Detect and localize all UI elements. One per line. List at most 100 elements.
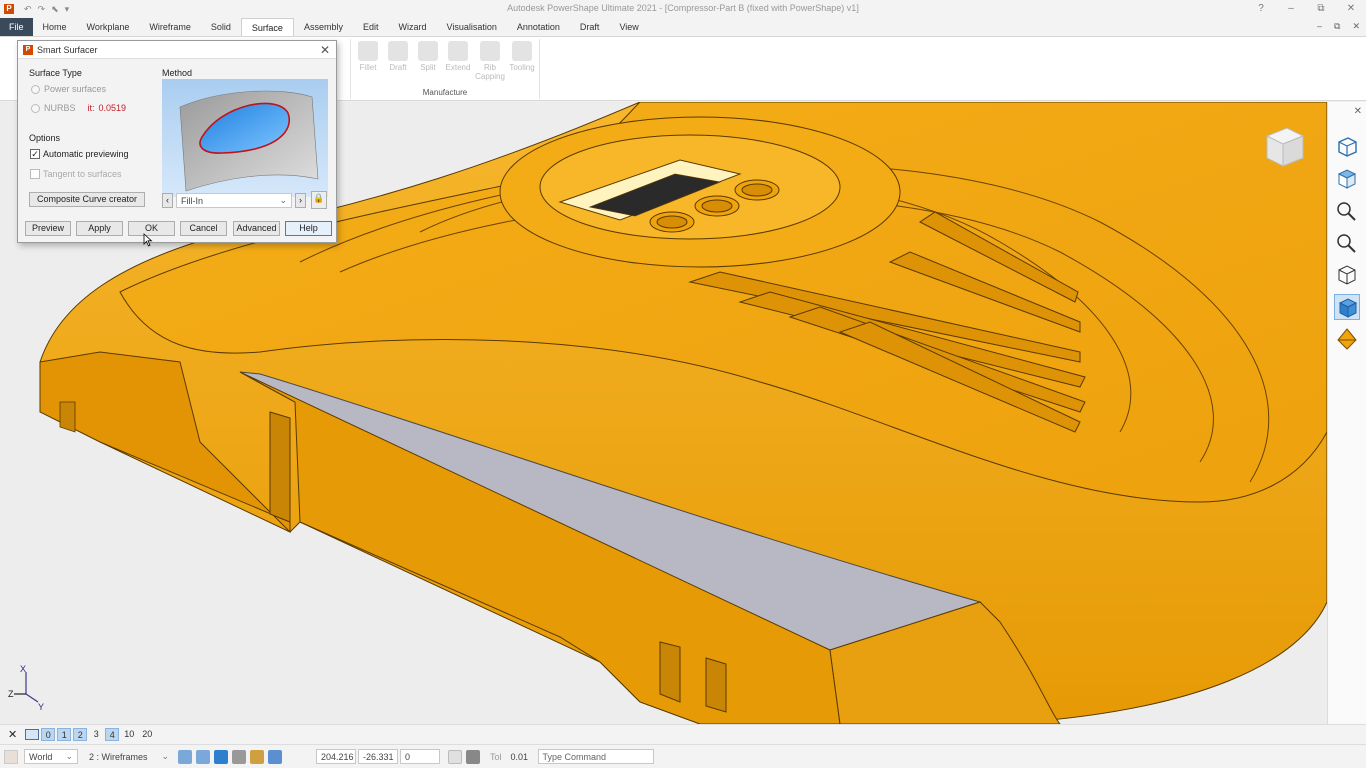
advanced-button[interactable]: Advanced [233,221,280,236]
zoom-box-button[interactable] [1334,198,1360,224]
command-input[interactable]: Type Command [537,749,654,764]
extend-icon [448,41,468,61]
manufacture-group-label: Manufacture [422,88,468,97]
ribbon-tabs: File Home Workplane Wireframe Solid Surf… [0,18,1366,37]
ribbon-close-icon[interactable]: ✕ [1352,21,1360,32]
coord-y-field[interactable]: -26.331 [358,749,398,764]
draft-icon [388,41,408,61]
dialog-title: Smart Surfacer [37,44,98,55]
level-4-button[interactable]: 4 [105,728,120,741]
quick-access-toolbar: ↶ ↷ ⬉ ▾ [24,4,69,15]
view-toolbar-close-icon[interactable]: ✕ [1354,106,1362,117]
undo-icon[interactable]: ↶ [24,4,32,15]
tab-annotation[interactable]: Annotation [507,18,570,36]
diamond-shape-icon [1337,328,1357,350]
tab-home[interactable]: Home [33,18,77,36]
help-icon[interactable]: ? [1246,0,1276,18]
dialog-title-bar[interactable]: P Smart Surfacer ✕ [18,41,336,59]
dialog-close-button[interactable]: ✕ [320,43,330,57]
shaded-view-button[interactable] [1334,294,1360,320]
close-button[interactable]: ✕ [1336,0,1366,18]
tab-edit[interactable]: Edit [353,18,389,36]
method-select[interactable]: Fill-In ⌄ [176,193,292,208]
tab-solid[interactable]: Solid [201,18,241,36]
tab-surface[interactable]: Surface [240,18,294,36]
coord-z-field[interactable]: 0 [400,749,440,764]
extend-button[interactable]: Extend [443,41,473,72]
automatic-previewing-checkbox[interactable]: ✓ Automatic previewing [30,149,129,159]
lock-icon[interactable]: 🔒 [311,191,327,209]
tangent-to-surfaces-checkbox[interactable]: Tangent to surfaces [30,169,122,179]
properties-icon[interactable] [250,749,264,764]
chevron-down-icon: ⌄ [161,751,169,761]
level-1-button[interactable]: 1 [57,728,72,741]
tab-wizard[interactable]: Wizard [388,18,436,36]
tab-view[interactable]: View [609,18,648,36]
chevron-down-icon: ⌄ [65,751,73,761]
wireframe-view-button[interactable] [1334,262,1360,288]
lock-status-icon[interactable] [232,749,246,764]
mouse-cursor-icon [143,233,153,247]
grid-snap-icon[interactable] [214,749,228,764]
level-0-button[interactable]: 0 [41,728,56,741]
ribbon-restore-icon[interactable]: ⧉ [1334,21,1340,32]
split-button[interactable]: Split [413,41,443,72]
title-bar: P ↶ ↷ ⬉ ▾ Autodesk PowerShape Ultimate 2… [0,0,1366,18]
level-10-button[interactable]: 10 [121,728,137,741]
checkbox-empty-icon [30,169,40,179]
levels-close-icon[interactable]: ✕ [8,728,17,741]
window-title: Autodesk PowerShape Ultimate 2021 - [Com… [507,3,859,13]
powershape-window: P ↶ ↷ ⬉ ▾ Autodesk PowerShape Ultimate 2… [0,0,1366,768]
power-surfaces-radio[interactable]: Power surfaces [31,84,106,94]
solid-cube-icon [1338,298,1358,318]
snap-icon[interactable] [178,749,192,764]
apply-button[interactable]: Apply [76,221,123,236]
level-20-button[interactable]: 20 [139,728,155,741]
workplane-select[interactable]: World ⌄ [24,749,78,764]
material-view-button[interactable] [1334,326,1360,352]
tab-visualisation[interactable]: Visualisation [437,18,507,36]
tab-file[interactable]: File [0,18,33,36]
calculator-icon[interactable] [448,749,462,764]
select-icon[interactable]: ⬉ [51,4,59,15]
ribbon-minimize-icon[interactable]: – [1317,21,1322,32]
view-shaded-button[interactable] [1334,166,1360,192]
composite-curve-creator-button[interactable]: Composite Curve creator [29,192,145,207]
level-3-button[interactable]: 3 [89,728,103,741]
coord-x-field[interactable]: 204.216 [316,749,356,764]
tooling-button[interactable]: Tooling [507,41,537,72]
app-logo[interactable]: P [4,4,14,14]
redo-icon[interactable]: ↷ [38,4,46,15]
tab-wireframe[interactable]: Wireframe [139,18,201,36]
minimize-button[interactable]: – [1276,0,1306,18]
options-label: Options [29,133,61,143]
smart-cursor-icon[interactable] [196,749,210,764]
nurbs-tolerance-label: it: [87,103,95,113]
measure-icon[interactable] [466,749,480,764]
nurbs-radio[interactable]: NURBS it: 0.0519 [31,103,126,113]
zoom-button[interactable] [1334,230,1360,256]
qat-dropdown-icon[interactable]: ▾ [65,4,70,15]
tab-draft[interactable]: Draft [570,18,610,36]
cancel-button[interactable]: Cancel [180,221,227,236]
axis-z-label: Z [8,689,14,699]
restore-button[interactable]: ⧉ [1306,0,1336,18]
rib-capping-button[interactable]: Rib Capping [475,41,505,81]
view-cube[interactable] [1259,122,1309,172]
manufacture-group: Fillet Draft Split Extend Rib Capping To… [350,39,540,99]
help-button[interactable]: Help [285,221,332,236]
method-prev-button[interactable]: ‹ [162,193,173,208]
grid-icon[interactable] [268,749,282,764]
fillet-button[interactable]: Fillet [353,41,383,72]
level-select[interactable]: 2 : Wireframes ⌄ [84,749,174,764]
method-next-button[interactable]: › [295,193,306,208]
level-2-button[interactable]: 2 [73,728,88,741]
draft-button[interactable]: Draft [383,41,413,72]
preview-button[interactable]: Preview [25,221,71,236]
tolerance-field[interactable]: 0.01 [505,749,532,764]
tab-workplane[interactable]: Workplane [77,18,140,36]
fill-in-method-preview [162,79,328,197]
view-iso-button[interactable] [1334,134,1360,160]
levels-icon[interactable] [25,729,40,740]
tab-assembly[interactable]: Assembly [294,18,353,36]
